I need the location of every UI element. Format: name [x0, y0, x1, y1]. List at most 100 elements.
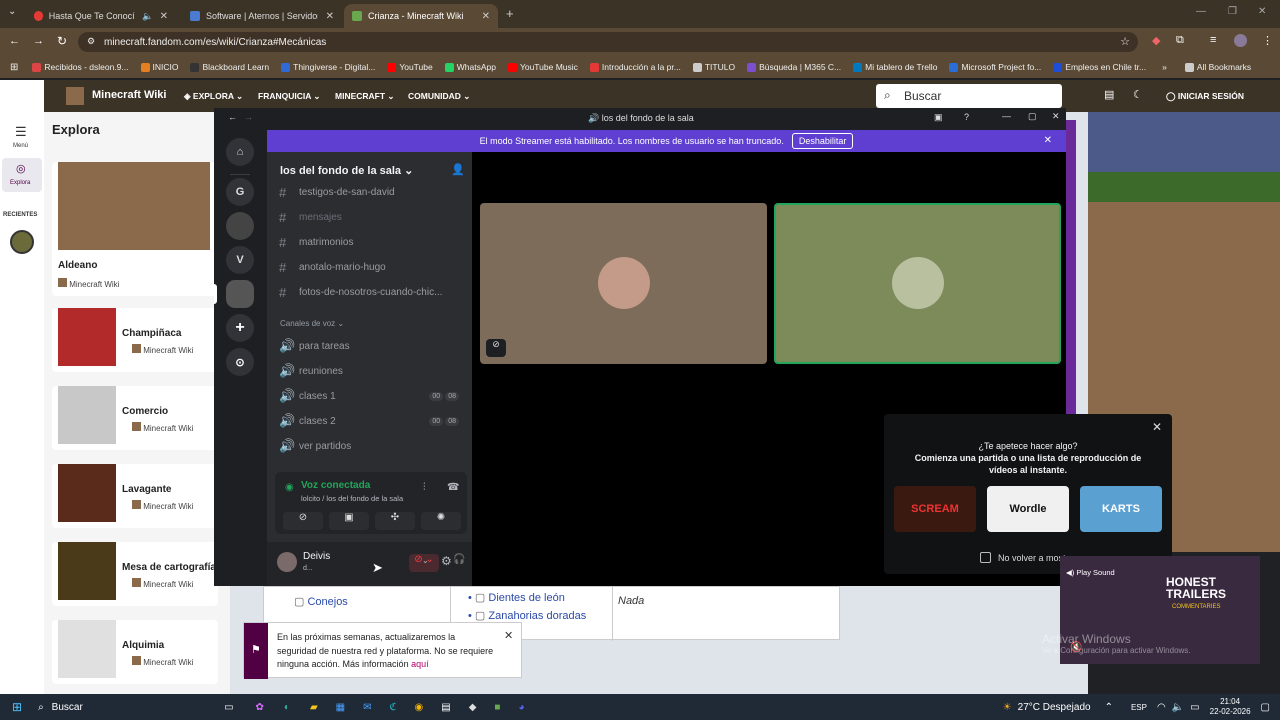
login-link[interactable]: ◯ INICIAR SESIÓN	[1166, 91, 1244, 102]
bookmark-item[interactable]: Empleos en Chile tr...	[1053, 62, 1146, 72]
close-tab-icon[interactable]: ✕	[482, 11, 490, 22]
close-tab-icon[interactable]: ✕	[160, 11, 168, 22]
settings-gear-icon[interactable]: ⚙	[441, 554, 452, 568]
browser-tab-minecraft-wiki[interactable]: Crianza - Minecraft Wiki ✕	[344, 4, 498, 28]
browser-tab-youtube[interactable]: Hasta Que Te Conocí (Popu 🔈 ✕	[26, 4, 176, 28]
game-scream[interactable]: SCREAM	[894, 486, 976, 532]
profile-avatar-icon[interactable]	[1234, 34, 1247, 47]
help-icon[interactable]: ?	[964, 112, 969, 122]
new-tab-icon[interactable]: +	[506, 6, 514, 21]
wifi-icon[interactable]: ◠	[1157, 702, 1166, 713]
voice-category-header[interactable]: Canales de voz ⌄	[280, 319, 344, 328]
discover-icon[interactable]: ⊙	[226, 348, 254, 376]
play-sound-button[interactable]: ◀) Play Sound	[1066, 568, 1115, 577]
forward-icon[interactable]: →	[244, 112, 253, 122]
restore-window-icon[interactable]: ❐	[1228, 6, 1237, 17]
bookmark-item[interactable]: Microsoft Project fo...	[949, 62, 1041, 72]
voice-channel[interactable]: 🔊 clases 1 00 08	[279, 388, 469, 404]
more-bookmarks-icon[interactable]: »	[1162, 62, 1167, 72]
bookmark-item[interactable]: YouTube Music	[507, 62, 578, 72]
minimize-icon[interactable]: —	[1002, 111, 1011, 121]
bookmark-item[interactable]: Blackboard Learn	[190, 62, 269, 72]
mail-icon[interactable]: ✉	[363, 702, 371, 713]
close-icon[interactable]: ✕	[1052, 111, 1060, 122]
back-icon[interactable]: ←	[228, 112, 237, 122]
notice-link[interactable]: aquí	[411, 659, 429, 669]
tab-list-chevron-icon[interactable]: ⌄	[8, 6, 16, 17]
voice-channel-path[interactable]: lolcito / los del fondo de la sala	[301, 494, 403, 503]
copilot-icon[interactable]: ✿	[256, 702, 264, 713]
voice-channel[interactable]: 🔊 reuniones	[279, 363, 343, 379]
extensions-puzzle-icon[interactable]: ⧉	[1176, 34, 1184, 47]
minecraft-wiki-logo-icon[interactable]	[66, 87, 84, 105]
browser-tab-aternos[interactable]: Software | Aternos | Servidor de ✕	[182, 4, 342, 28]
nav-comunidad[interactable]: COMUNIDAD ⌄	[408, 91, 470, 102]
forward-icon[interactable]: →	[33, 35, 44, 47]
add-server-icon[interactable]: +	[226, 314, 254, 342]
headphones-button[interactable]: 🎧	[453, 554, 465, 565]
bookmark-item[interactable]: Mi tablero de Trello	[853, 62, 937, 72]
app-icon[interactable]: ℭ	[390, 702, 397, 713]
hamburger-menu-icon[interactable]: ☰	[15, 124, 27, 140]
disable-streamer-button[interactable]: Deshabilitar	[791, 133, 854, 149]
bookmark-item[interactable]: Búsqueda | M365 C...	[747, 62, 841, 72]
clock[interactable]: 21:04 22-02-2026	[1210, 697, 1251, 717]
table-cell-dientes[interactable]: • ▢ Dientes de león	[468, 591, 565, 604]
explore-rail-button[interactable]: ◎ Explora	[2, 158, 42, 192]
explore-card[interactable]: Comercio Minecraft Wiki	[52, 386, 218, 450]
tray-chevron-icon[interactable]: ⌃	[1105, 702, 1113, 713]
nav-minecraft[interactable]: MINECRAFT ⌄	[335, 91, 395, 102]
dark-mode-icon[interactable]: ☾	[1133, 88, 1143, 101]
close-banner-icon[interactable]: ✕	[1044, 135, 1052, 146]
task-view-icon[interactable]: ▭	[224, 702, 233, 713]
windows-start-icon[interactable]: ⊞	[12, 700, 22, 714]
explorer-icon[interactable]: ▰	[310, 702, 318, 713]
explore-card[interactable]: Mesa de cartografía Minecraft Wiki	[52, 542, 218, 606]
explore-card[interactable]: Alquimia Minecraft Wiki	[52, 620, 218, 684]
taskbar-search[interactable]: ⌕ Buscar	[32, 697, 218, 717]
bookmark-item[interactable]: Introducción a la pr...	[589, 62, 681, 72]
voice-channel[interactable]: 🔊 ver partidos	[279, 438, 351, 454]
nav-franquicia[interactable]: FRANQUICIA ⌄	[258, 91, 321, 102]
signal-icon[interactable]: ◉	[285, 482, 294, 493]
browser-menu-icon[interactable]: ⋮	[1262, 34, 1273, 47]
explore-card[interactable]: Lavagante Minecraft Wiki	[52, 464, 218, 528]
extension-icon[interactable]: ◆	[1152, 34, 1160, 47]
reload-icon[interactable]: ↻	[57, 34, 67, 48]
voice-channel[interactable]: 🔊 para tareas	[279, 338, 350, 354]
table-cell-zanahorias[interactable]: • ▢ Zanahorias doradas	[468, 609, 586, 622]
maximize-icon[interactable]: ▢	[1028, 111, 1037, 122]
server-los-del-fondo[interactable]	[226, 280, 254, 308]
weather-text[interactable]: 27°C Despejado	[1018, 702, 1091, 713]
text-channel[interactable]: # anotalo-mario-hugo	[279, 260, 386, 275]
battery-icon[interactable]: ▭	[1190, 702, 1199, 713]
direct-messages-icon[interactable]: ⌂	[226, 138, 254, 166]
activity-icon[interactable]: ▤	[1104, 88, 1114, 101]
bookmark-star-icon[interactable]: ☆	[1120, 35, 1130, 48]
camera-off-button[interactable]: ⊘	[283, 512, 323, 530]
noise-suppression-icon[interactable]: ⫶	[423, 482, 426, 493]
bookmark-item[interactable]: Recibidos - dsleon.9...	[32, 62, 129, 72]
voice-channel[interactable]: 🔊 clases 2 00 08	[279, 413, 469, 429]
server-g[interactable]: G	[226, 178, 254, 206]
server-cat-icon[interactable]	[226, 212, 254, 240]
close-icon[interactable]: ✕	[1152, 420, 1162, 434]
headphone-chevron-icon[interactable]: ⌄	[422, 556, 429, 565]
explore-card[interactable]: Champiñaca Minecraft Wiki	[52, 308, 218, 372]
participant-tile-2[interactable]	[774, 203, 1061, 364]
bookmark-item[interactable]: INICIO	[140, 62, 178, 72]
nav-explora[interactable]: ◈ EXPLORA ⌄	[184, 91, 243, 102]
recent-wiki-icon[interactable]	[10, 230, 34, 254]
app-icon[interactable]: ▤	[441, 702, 450, 713]
bookmark-item[interactable]: YouTube	[387, 62, 433, 72]
site-info-icon[interactable]: ⚙	[87, 36, 95, 47]
table-cell-conejos[interactable]: ▢ Conejos	[294, 595, 348, 608]
add-member-icon[interactable]: 👤	[451, 163, 465, 176]
inbox-icon[interactable]: ▣	[934, 112, 943, 123]
discord-icon[interactable]: ◕	[518, 702, 524, 713]
close-window-icon[interactable]: ✕	[1258, 6, 1266, 17]
disconnect-icon[interactable]: ☎	[447, 482, 459, 493]
participant-tile-1[interactable]: ⊘	[480, 203, 767, 364]
close-icon[interactable]: ✕	[504, 629, 513, 642]
minecraft-icon[interactable]: ■	[494, 702, 500, 713]
